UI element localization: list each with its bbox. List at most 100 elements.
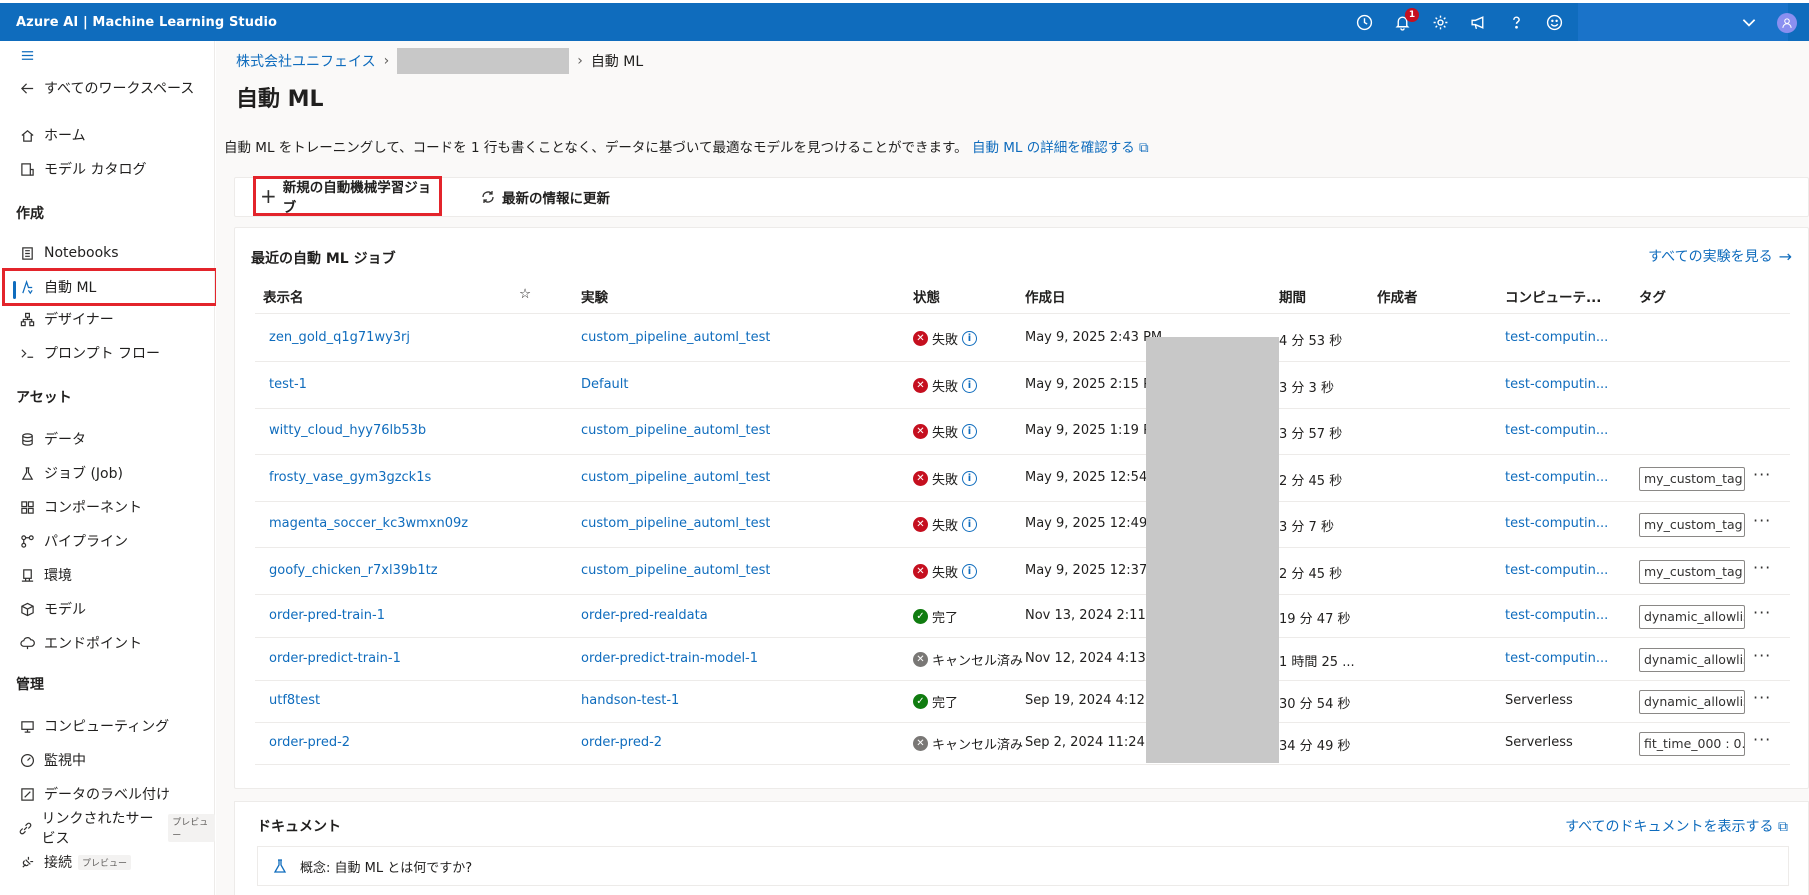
compute-link[interactable]: test-computin... <box>1505 470 1608 485</box>
experiment-link[interactable]: custom_pipeline_automl_test <box>581 330 770 345</box>
compute-link[interactable]: test-computin... <box>1505 563 1608 578</box>
col-tags[interactable]: タグ <box>1639 286 1666 306</box>
help-icon[interactable] <box>1497 3 1535 41</box>
hamburger-icon[interactable] <box>18 46 36 64</box>
table-row[interactable]: zen_gold_q1g71wy3rj custom_pipeline_autom… <box>255 316 1790 362</box>
job-name-link[interactable]: witty_cloud_hyy76lb53b <box>269 423 426 438</box>
megaphone-icon[interactable] <box>1459 3 1497 41</box>
breadcrumb-org[interactable]: 株式会社ユニフェイス <box>236 51 376 71</box>
new-automl-job-button[interactable]: + 新規の自動機械学習ジョブ <box>253 176 442 216</box>
sidebar-item-models[interactable]: モデル <box>0 595 215 623</box>
more-options-icon[interactable]: ··· <box>1753 730 1771 749</box>
gear-icon[interactable] <box>1421 3 1459 41</box>
sidebar-item-prompt-flow[interactable]: プロンプト フロー <box>0 339 215 367</box>
sidebar-item-home[interactable]: ホーム <box>0 121 215 149</box>
learn-more-link[interactable]: 自動 ML の詳細を確認する <box>972 140 1135 156</box>
job-name-link[interactable]: utf8test <box>269 693 320 708</box>
sidebar-item-notebooks[interactable]: Notebooks <box>0 239 215 267</box>
table-row[interactable]: order-predict-train-1 order-predict-train… <box>255 638 1790 681</box>
table-row[interactable]: order-pred-train-1 order-pred-realdata ✓ 完了… <box>255 595 1790 638</box>
info-icon[interactable]: i <box>962 564 978 579</box>
sidebar-item-all-workspaces[interactable]: すべてのワークスペース <box>0 74 215 102</box>
info-icon[interactable]: i <box>962 517 978 532</box>
sidebar-item-data-labeling[interactable]: データのラベル付け <box>0 780 215 808</box>
table-row[interactable]: test-1 Default ✕ 失敗 i May 9, 2025 2:15 PM 3 分 … <box>255 363 1790 409</box>
experiment-link[interactable]: order-predict-train-model-1 <box>581 651 758 666</box>
table-row[interactable]: order-pred-2 order-pred-2 ✕ キャンセル済み Sep 2, 2… <box>255 723 1790 765</box>
tag-pill[interactable]: dynamic_allowlist <box>1639 605 1745 629</box>
sidebar-item-automl[interactable]: 自動 ML <box>2 268 218 306</box>
job-name-link[interactable]: order-pred-train-1 <box>269 608 385 623</box>
more-options-icon[interactable]: ··· <box>1753 603 1771 622</box>
col-created[interactable]: 作成日 <box>1025 286 1066 306</box>
experiment-link[interactable]: custom_pipeline_automl_test <box>581 516 770 531</box>
compute-link[interactable]: test-computin... <box>1505 377 1608 392</box>
refresh-button[interactable]: 最新の情報に更新 <box>480 178 610 216</box>
table-row[interactable]: goofy_chicken_r7xl39b1tz custom_pipeline_… <box>255 549 1790 595</box>
col-creator[interactable]: 作成者 <box>1377 286 1418 306</box>
sidebar-item-pipelines[interactable]: パイプライン <box>0 527 215 555</box>
info-icon[interactable]: i <box>962 378 978 393</box>
experiment-link[interactable]: custom_pipeline_automl_test <box>581 470 770 485</box>
breadcrumb-workspace-redacted[interactable] <box>397 48 570 74</box>
sidebar-item-connections[interactable]: 接続 プレビュー <box>0 848 215 876</box>
sidebar-item-jobs[interactable]: ジョブ (Job) <box>0 459 215 487</box>
job-name-link[interactable]: order-pred-2 <box>269 735 350 750</box>
table-row[interactable]: utf8test handson-test-1 ✓ 完了 Sep 19, 2024 4:… <box>255 681 1790 723</box>
experiment-link[interactable]: Default <box>581 377 629 392</box>
experiment-link[interactable]: order-pred-2 <box>581 735 662 750</box>
tag-pill[interactable]: my_custom_tag : l <box>1639 513 1745 537</box>
job-name-link[interactable]: goofy_chicken_r7xl39b1tz <box>269 563 438 578</box>
sidebar-item-data[interactable]: データ <box>0 425 215 453</box>
table-row[interactable]: magenta_soccer_kc3wmxn09z custom_pipeline… <box>255 502 1790 548</box>
tag-pill[interactable]: my_custom_tag : l <box>1639 467 1745 491</box>
col-duration[interactable]: 期間 <box>1279 286 1306 306</box>
sidebar-item-environments[interactable]: 環境 <box>0 561 215 589</box>
more-options-icon[interactable]: ··· <box>1753 511 1771 530</box>
compute-link[interactable]: test-computin... <box>1505 651 1608 666</box>
experiment-link[interactable]: order-pred-realdata <box>581 608 708 623</box>
see-all-experiments-link[interactable]: すべての実験を見る → <box>1648 246 1792 266</box>
col-status[interactable]: 状態 <box>913 286 940 306</box>
col-compute[interactable]: コンピューテ... <box>1505 286 1601 306</box>
tag-pill[interactable]: dynamic_allowlist <box>1639 648 1745 672</box>
info-icon[interactable]: i <box>962 471 978 486</box>
experiment-link[interactable]: handson-test-1 <box>581 693 679 708</box>
info-icon[interactable]: i <box>962 424 978 439</box>
doc-item[interactable]: 概念: 自動 ML とは何ですか? <box>257 846 1789 886</box>
app-title[interactable]: Azure AI | Machine Learning Studio <box>0 15 277 30</box>
clock-icon[interactable] <box>1345 3 1383 41</box>
sidebar-item-model-catalog[interactable]: モデル カタログ <box>0 155 215 183</box>
tag-pill[interactable]: fit_time_000 : 0.02 <box>1639 732 1745 756</box>
sidebar-item-compute[interactable]: コンピューティング <box>0 712 215 740</box>
avatar[interactable] <box>1777 13 1797 33</box>
more-options-icon[interactable]: ··· <box>1753 465 1771 484</box>
compute-link[interactable]: test-computin... <box>1505 330 1608 345</box>
sidebar-item-endpoints[interactable]: エンドポイント <box>0 629 215 657</box>
job-name-link[interactable]: test-1 <box>269 377 307 392</box>
experiment-link[interactable]: custom_pipeline_automl_test <box>581 423 770 438</box>
sidebar-item-components[interactable]: コンポーネント <box>0 493 215 521</box>
more-options-icon[interactable]: ··· <box>1753 558 1771 577</box>
hamburger-menu[interactable] <box>0 41 215 69</box>
table-row[interactable]: frosty_vase_gym3gzck1s custom_pipeline_au… <box>255 456 1790 502</box>
more-options-icon[interactable]: ··· <box>1753 646 1771 665</box>
sidebar-item-linked-services[interactable]: リンクされたサービス プレビュー <box>0 811 215 847</box>
job-name-link[interactable]: frosty_vase_gym3gzck1s <box>269 470 431 485</box>
compute-link[interactable]: test-computin... <box>1505 608 1608 623</box>
sidebar-item-monitoring[interactable]: 監視中 <box>0 746 215 774</box>
col-display-name[interactable]: 表示名 <box>263 286 304 306</box>
sidebar-item-designer[interactable]: デザイナー <box>0 305 215 333</box>
more-options-icon[interactable]: ··· <box>1753 688 1771 707</box>
compute-link[interactable]: test-computin... <box>1505 423 1608 438</box>
smiley-icon[interactable] <box>1535 3 1573 41</box>
job-name-link[interactable]: magenta_soccer_kc3wmxn09z <box>269 516 468 531</box>
chevron-down-icon[interactable] <box>1740 13 1758 31</box>
tag-pill[interactable]: dynamic_allowlist <box>1639 690 1745 714</box>
tag-pill[interactable]: my_custom_tag : l <box>1639 560 1745 584</box>
info-icon[interactable]: i <box>962 331 978 346</box>
bell-icon[interactable]: 1 <box>1383 3 1421 41</box>
experiment-link[interactable]: custom_pipeline_automl_test <box>581 563 770 578</box>
job-name-link[interactable]: zen_gold_q1g71wy3rj <box>269 330 410 345</box>
star-icon[interactable]: ☆ <box>519 286 531 302</box>
